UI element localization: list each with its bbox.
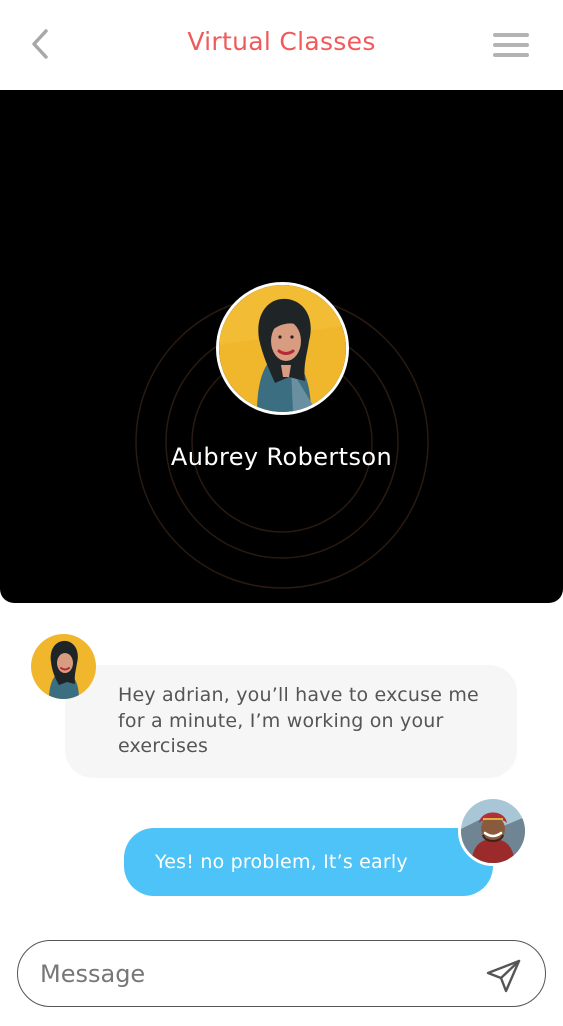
hamburger-menu-icon	[493, 53, 529, 57]
message-text: Yes! no problem, It’s early	[155, 851, 408, 873]
paper-plane-send-icon	[486, 959, 521, 993]
user-avatar	[458, 796, 528, 866]
virtual-classes-screen: Virtual Classes Aubrey Robertson Hey adr…	[0, 0, 563, 1026]
video-call-panel: Aubrey Robertson	[0, 90, 563, 603]
outgoing-message-bubble: Yes! no problem, It’s early	[124, 828, 493, 896]
page-title: Virtual Classes	[187, 27, 376, 56]
caller-avatar	[216, 282, 349, 415]
hamburger-menu-icon	[493, 43, 529, 47]
incoming-message-bubble: Hey adrian, you’ll have to excuse me for…	[65, 665, 517, 778]
send-button[interactable]	[485, 958, 523, 994]
message-input[interactable]	[40, 951, 460, 996]
caller-name: Aubrey Robertson	[170, 443, 393, 471]
hamburger-menu-icon	[493, 33, 529, 37]
menu-button[interactable]	[490, 30, 532, 60]
top-bar: Virtual Classes	[0, 0, 563, 90]
message-composer	[17, 940, 546, 1007]
sender-avatar	[31, 634, 96, 699]
